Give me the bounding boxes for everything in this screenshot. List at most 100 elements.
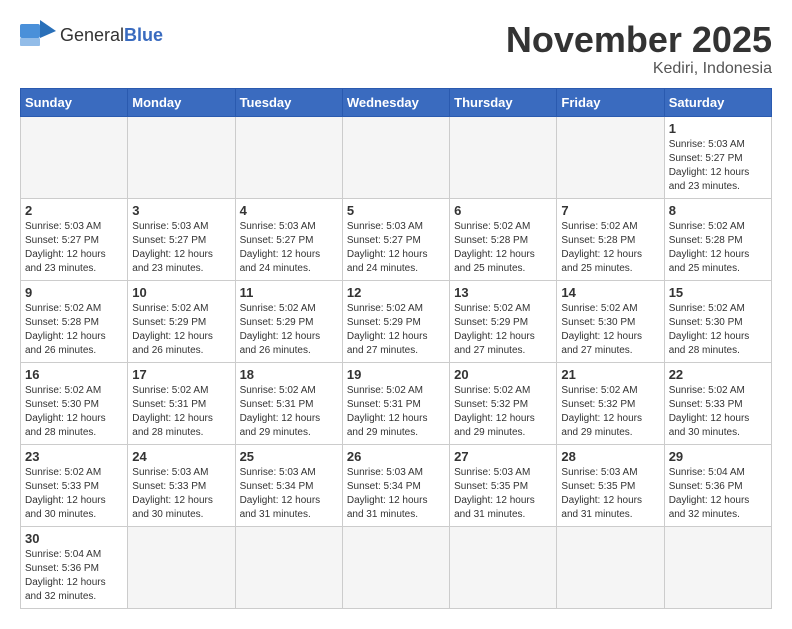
day-number: 15 [669,285,767,300]
calendar-day-cell [128,526,235,608]
calendar-day-cell: 21 Sunrise: 5:02 AM Sunset: 5:32 PM Dayli… [557,362,664,444]
day-number: 18 [240,367,338,382]
day-number: 6 [454,203,552,218]
calendar-week-row: 9 Sunrise: 5:02 AM Sunset: 5:28 PM Daylig… [21,280,772,362]
day-number: 8 [669,203,767,218]
title-block: November 2025 Kediri, Indonesia [506,20,772,78]
calendar-day-cell: 6 Sunrise: 5:02 AM Sunset: 5:28 PM Daylig… [450,198,557,280]
calendar-week-row: 30 Sunrise: 5:04 AM Sunset: 5:36 PM Dayli… [21,526,772,608]
day-number: 1 [669,121,767,136]
day-info: Sunrise: 5:03 AM Sunset: 5:34 PM Dayligh… [240,466,338,522]
day-number: 13 [454,285,552,300]
calendar-body: 1 Sunrise: 5:03 AM Sunset: 5:27 PM Daylig… [21,116,772,608]
calendar-day-cell: 13 Sunrise: 5:02 AM Sunset: 5:29 PM Dayli… [450,280,557,362]
day-info: Sunrise: 5:02 AM Sunset: 5:32 PM Dayligh… [454,384,552,440]
weekday-header: Monday [128,88,235,116]
day-info: Sunrise: 5:03 AM Sunset: 5:27 PM Dayligh… [347,220,445,276]
calendar-title: November 2025 [506,20,772,60]
calendar-day-cell: 10 Sunrise: 5:02 AM Sunset: 5:29 PM Dayli… [128,280,235,362]
calendar-day-cell: 8Sunrise: 5:02 AM Sunset: 5:28 PM Daylig… [664,198,771,280]
day-number: 24 [132,449,230,464]
day-info: Sunrise: 5:02 AM Sunset: 5:29 PM Dayligh… [454,302,552,358]
calendar-week-row: 16Sunrise: 5:02 AM Sunset: 5:30 PM Dayli… [21,362,772,444]
calendar-day-cell: 16Sunrise: 5:02 AM Sunset: 5:30 PM Dayli… [21,362,128,444]
calendar-day-cell: 15 Sunrise: 5:02 AM Sunset: 5:30 PM Dayli… [664,280,771,362]
day-number: 29 [669,449,767,464]
calendar-week-row: 23Sunrise: 5:02 AM Sunset: 5:33 PM Dayli… [21,444,772,526]
calendar-day-cell: 19Sunrise: 5:02 AM Sunset: 5:31 PM Dayli… [342,362,449,444]
calendar-day-cell: 11Sunrise: 5:02 AM Sunset: 5:29 PM Dayli… [235,280,342,362]
day-info: Sunrise: 5:03 AM Sunset: 5:27 PM Dayligh… [240,220,338,276]
day-number: 10 [132,285,230,300]
calendar-day-cell: 29 Sunrise: 5:04 AM Sunset: 5:36 PM Dayli… [664,444,771,526]
weekday-header: Tuesday [235,88,342,116]
calendar-day-cell [342,526,449,608]
day-number: 9 [25,285,123,300]
day-info: Sunrise: 5:04 AM Sunset: 5:36 PM Dayligh… [25,548,123,604]
day-number: 26 [347,449,445,464]
day-number: 11 [240,285,338,300]
day-info: Sunrise: 5:02 AM Sunset: 5:28 PM Dayligh… [25,302,123,358]
weekday-header: Sunday [21,88,128,116]
calendar-day-cell [342,116,449,198]
calendar-day-cell: 9 Sunrise: 5:02 AM Sunset: 5:28 PM Daylig… [21,280,128,362]
calendar-day-cell: 17 Sunrise: 5:02 AM Sunset: 5:31 PM Dayli… [128,362,235,444]
calendar-day-cell [235,116,342,198]
day-info: Sunrise: 5:02 AM Sunset: 5:28 PM Dayligh… [454,220,552,276]
calendar-day-cell: 28Sunrise: 5:03 AM Sunset: 5:35 PM Dayli… [557,444,664,526]
day-number: 14 [561,285,659,300]
weekday-header: Thursday [450,88,557,116]
day-info: Sunrise: 5:03 AM Sunset: 5:27 PM Dayligh… [132,220,230,276]
day-info: Sunrise: 5:02 AM Sunset: 5:30 PM Dayligh… [669,302,767,358]
day-number: 4 [240,203,338,218]
day-info: Sunrise: 5:02 AM Sunset: 5:33 PM Dayligh… [669,384,767,440]
day-number: 30 [25,531,123,546]
day-info: Sunrise: 5:02 AM Sunset: 5:32 PM Dayligh… [561,384,659,440]
day-number: 21 [561,367,659,382]
calendar-day-cell [557,526,664,608]
calendar-table: SundayMondayTuesdayWednesdayThursdayFrid… [20,88,772,609]
weekday-header: Friday [557,88,664,116]
calendar-day-cell: 2Sunrise: 5:03 AM Sunset: 5:27 PM Daylig… [21,198,128,280]
day-number: 19 [347,367,445,382]
calendar-day-cell [450,116,557,198]
day-number: 16 [25,367,123,382]
calendar-day-cell: 24 Sunrise: 5:03 AM Sunset: 5:33 PM Dayli… [128,444,235,526]
calendar-day-cell [128,116,235,198]
day-info: Sunrise: 5:03 AM Sunset: 5:35 PM Dayligh… [561,466,659,522]
day-info: Sunrise: 5:02 AM Sunset: 5:31 PM Dayligh… [240,384,338,440]
page-header: GeneralBlue November 2025 Kediri, Indone… [20,20,772,78]
day-info: Sunrise: 5:02 AM Sunset: 5:29 PM Dayligh… [132,302,230,358]
calendar-day-cell: 22 Sunrise: 5:02 AM Sunset: 5:33 PM Dayli… [664,362,771,444]
day-info: Sunrise: 5:03 AM Sunset: 5:33 PM Dayligh… [132,466,230,522]
day-info: Sunrise: 5:04 AM Sunset: 5:36 PM Dayligh… [669,466,767,522]
day-number: 5 [347,203,445,218]
calendar-day-cell [450,526,557,608]
calendar-week-row: 1 Sunrise: 5:03 AM Sunset: 5:27 PM Daylig… [21,116,772,198]
day-info: Sunrise: 5:02 AM Sunset: 5:31 PM Dayligh… [132,384,230,440]
logo-icon [20,20,56,50]
calendar-day-cell: 14 Sunrise: 5:02 AM Sunset: 5:30 PM Dayli… [557,280,664,362]
day-info: Sunrise: 5:03 AM Sunset: 5:27 PM Dayligh… [669,138,767,194]
logo-text: GeneralBlue [60,25,163,46]
calendar-day-cell [21,116,128,198]
day-info: Sunrise: 5:02 AM Sunset: 5:30 PM Dayligh… [561,302,659,358]
day-number: 20 [454,367,552,382]
calendar-day-cell: 4 Sunrise: 5:03 AM Sunset: 5:27 PM Daylig… [235,198,342,280]
calendar-day-cell [664,526,771,608]
calendar-day-cell: 18 Sunrise: 5:02 AM Sunset: 5:31 PM Dayli… [235,362,342,444]
calendar-week-row: 2Sunrise: 5:03 AM Sunset: 5:27 PM Daylig… [21,198,772,280]
calendar-day-cell: 23Sunrise: 5:02 AM Sunset: 5:33 PM Dayli… [21,444,128,526]
calendar-subtitle: Kediri, Indonesia [506,60,772,78]
day-number: 22 [669,367,767,382]
day-number: 25 [240,449,338,464]
calendar-day-cell: 7Sunrise: 5:02 AM Sunset: 5:28 PM Daylig… [557,198,664,280]
calendar-day-cell: 27Sunrise: 5:03 AM Sunset: 5:35 PM Dayli… [450,444,557,526]
day-info: Sunrise: 5:03 AM Sunset: 5:27 PM Dayligh… [25,220,123,276]
calendar-day-cell: 12Sunrise: 5:02 AM Sunset: 5:29 PM Dayli… [342,280,449,362]
calendar-day-cell: 5 Sunrise: 5:03 AM Sunset: 5:27 PM Daylig… [342,198,449,280]
day-info: Sunrise: 5:03 AM Sunset: 5:35 PM Dayligh… [454,466,552,522]
day-number: 17 [132,367,230,382]
day-info: Sunrise: 5:02 AM Sunset: 5:33 PM Dayligh… [25,466,123,522]
logo: GeneralBlue [20,20,163,50]
